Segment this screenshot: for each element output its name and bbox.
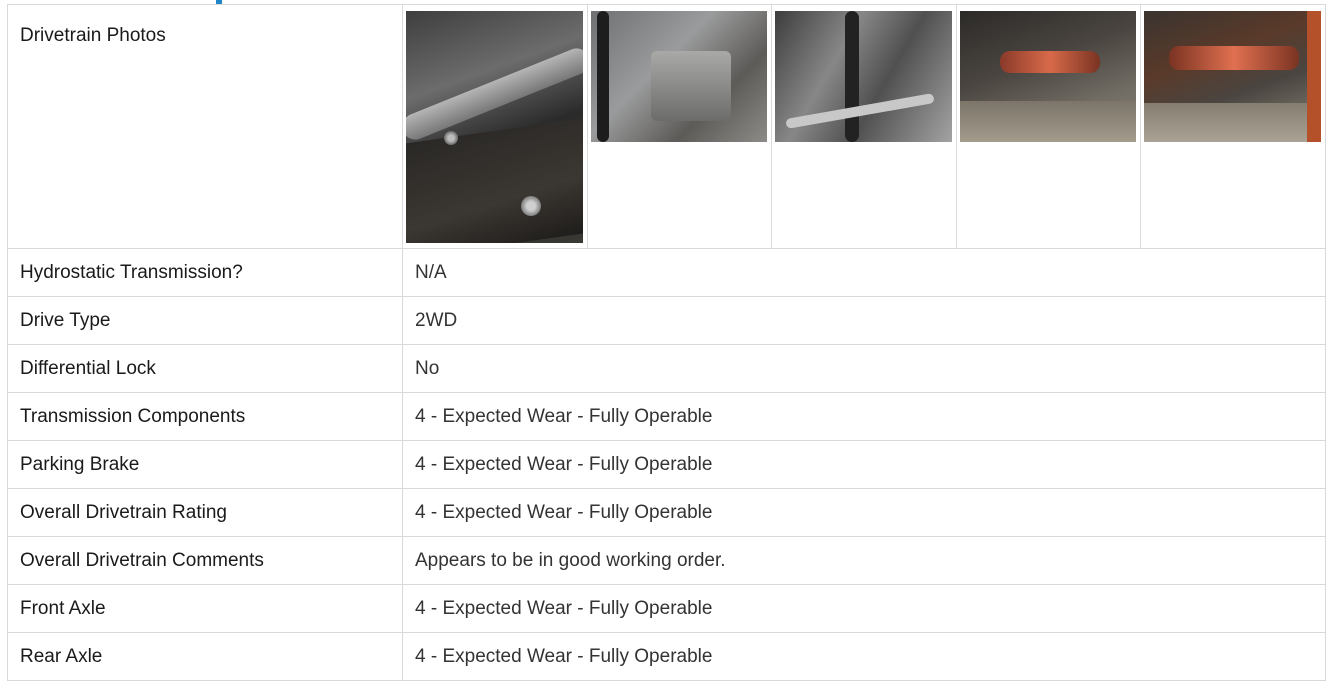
- row-label: Drive Type: [7, 296, 403, 345]
- table-row-rear-axle: Rear Axle 4 - Expected Wear - Fully Oper…: [7, 632, 1326, 681]
- table-row-overall-drivetrain-comments: Overall Drivetrain Comments Appears to b…: [7, 536, 1326, 585]
- row-value: 4 - Expected Wear - Fully Operable: [402, 632, 1326, 681]
- photo-cell: [403, 5, 587, 248]
- photo-gallery: [402, 4, 1326, 249]
- row-value: 4 - Expected Wear - Fully Operable: [402, 584, 1326, 633]
- row-label: Hydrostatic Transmission?: [7, 248, 403, 297]
- row-label: Parking Brake: [7, 440, 403, 489]
- row-value: N/A: [402, 248, 1326, 297]
- row-label: Differential Lock: [7, 344, 403, 393]
- row-label: Overall Drivetrain Comments: [7, 536, 403, 585]
- photo-cell: [771, 5, 956, 248]
- row-label: Transmission Components: [7, 392, 403, 441]
- table-row-parking-brake: Parking Brake 4 - Expected Wear - Fully …: [7, 440, 1326, 489]
- row-value: 4 - Expected Wear - Fully Operable: [402, 392, 1326, 441]
- photo-cell: [586, 5, 772, 248]
- table-row-overall-drivetrain-rating: Overall Drivetrain Rating 4 - Expected W…: [7, 488, 1326, 537]
- row-label: Front Axle: [7, 584, 403, 633]
- row-value: 2WD: [402, 296, 1326, 345]
- table-row-drive-type: Drive Type 2WD: [7, 296, 1326, 345]
- photo-cell: [1140, 5, 1325, 248]
- row-value: 4 - Expected Wear - Fully Operable: [402, 488, 1326, 537]
- transmission-photo[interactable]: [590, 11, 768, 142]
- table-row-hydrostatic-transmission: Hydrostatic Transmission? N/A: [7, 248, 1326, 297]
- row-value: Appears to be in good working order.: [402, 536, 1326, 585]
- row-value: 4 - Expected Wear - Fully Operable: [402, 440, 1326, 489]
- row-label: Drivetrain Photos: [7, 4, 403, 249]
- engine-bay-photo[interactable]: [406, 11, 583, 243]
- row-value: No: [402, 344, 1326, 393]
- table-row-transmission-components: Transmission Components 4 - Expected Wea…: [7, 392, 1326, 441]
- table-row-differential-lock: Differential Lock No: [7, 344, 1326, 393]
- drivetrain-spec-table: Drivetrain Photos Hydrostatic Transmissi…: [7, 4, 1326, 681]
- hoses-photo[interactable]: [775, 11, 952, 142]
- photo-cell: [955, 5, 1141, 248]
- row-label: Overall Drivetrain Rating: [7, 488, 403, 537]
- driveshaft-underside-photo[interactable]: [1144, 11, 1321, 142]
- table-row-front-axle: Front Axle 4 - Expected Wear - Fully Ope…: [7, 584, 1326, 633]
- row-label: Rear Axle: [7, 632, 403, 681]
- driveshaft-photo[interactable]: [959, 11, 1137, 142]
- table-row-drivetrain-photos: Drivetrain Photos: [7, 4, 1326, 249]
